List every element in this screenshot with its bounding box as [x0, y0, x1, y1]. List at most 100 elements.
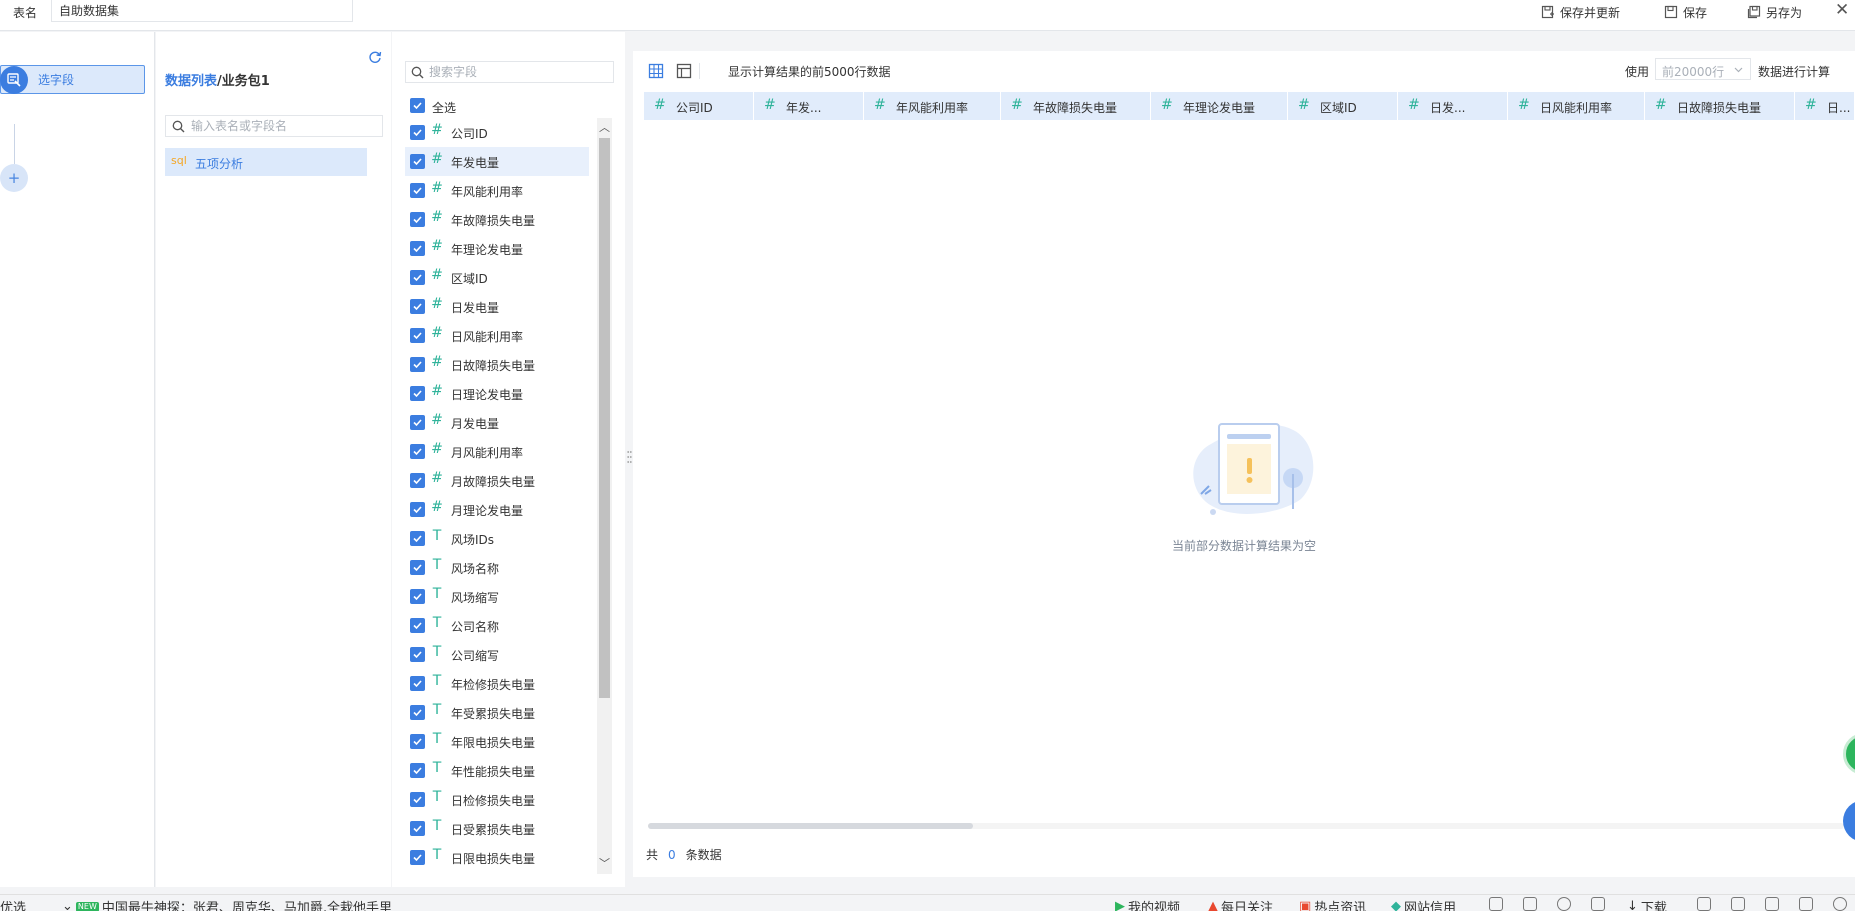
- field-row[interactable]: T 公司缩写: [405, 640, 589, 669]
- speed-icon[interactable]: [1557, 897, 1571, 911]
- search-icon[interactable]: [1833, 897, 1847, 911]
- field-checkbox[interactable]: [410, 357, 425, 372]
- field-row[interactable]: # 年发电量: [405, 147, 589, 176]
- field-checkbox[interactable]: [410, 502, 425, 517]
- table-search-input[interactable]: [191, 118, 376, 134]
- volume-icon[interactable]: [1799, 897, 1813, 911]
- field-row[interactable]: # 公司ID: [405, 118, 589, 147]
- field-checkbox[interactable]: [410, 705, 425, 720]
- field-checkbox[interactable]: [410, 647, 425, 662]
- field-row[interactable]: # 月发电量: [405, 408, 589, 437]
- data-list-link[interactable]: 数据列表: [165, 74, 217, 89]
- field-checkbox[interactable]: [410, 734, 425, 749]
- save-as-button[interactable]: 另存为: [1747, 2, 1802, 22]
- rocket-icon[interactable]: [1591, 897, 1605, 911]
- column-header[interactable]: # 公司ID: [644, 92, 754, 120]
- reader-icon[interactable]: [1731, 897, 1745, 911]
- field-row[interactable]: # 日故障损失电量: [405, 350, 589, 379]
- scrollbar-thumb[interactable]: [599, 138, 610, 698]
- close-icon[interactable]: ✕: [1835, 0, 1849, 20]
- daily-focus-link[interactable]: ▲ 每日关注: [1208, 897, 1273, 911]
- column-header[interactable]: # 日故障损失电量: [1645, 92, 1795, 120]
- field-row[interactable]: T 日检修损失电量: [405, 785, 589, 814]
- scroll-up-icon[interactable]: ︿: [599, 122, 610, 134]
- field-row[interactable]: T 年性能损失电量: [405, 756, 589, 785]
- field-row[interactable]: T 风场IDs: [405, 524, 589, 553]
- field-checkbox[interactable]: [410, 560, 425, 575]
- save-button[interactable]: 保存: [1664, 2, 1707, 22]
- field-row[interactable]: # 月故障损失电量: [405, 466, 589, 495]
- field-row[interactable]: T 公司名称: [405, 611, 589, 640]
- scroll-down-icon[interactable]: ﹀: [599, 858, 610, 870]
- field-row[interactable]: T 年检修损失电量: [405, 669, 589, 698]
- refresh-icon[interactable]: [368, 50, 382, 64]
- field-checkbox[interactable]: [410, 850, 425, 865]
- field-checkbox[interactable]: [410, 676, 425, 691]
- field-checkbox[interactable]: [410, 154, 425, 169]
- field-row[interactable]: T 年限电损失电量: [405, 727, 589, 756]
- field-checkbox[interactable]: [410, 212, 425, 227]
- select-all-checkbox[interactable]: [410, 98, 425, 113]
- add-step-button[interactable]: +: [0, 164, 28, 192]
- column-header[interactable]: # 区域ID: [1288, 92, 1398, 120]
- field-row[interactable]: T 风场名称: [405, 553, 589, 582]
- game-icon[interactable]: [1697, 897, 1711, 911]
- column-header[interactable]: # 年理论发电量: [1151, 92, 1288, 120]
- layout-view-icon[interactable]: [676, 63, 692, 79]
- field-checkbox[interactable]: [410, 792, 425, 807]
- field-checkbox[interactable]: [410, 763, 425, 778]
- window-icon[interactable]: [1765, 897, 1779, 911]
- select-all-row[interactable]: 全选: [410, 96, 610, 116]
- field-checkbox[interactable]: [410, 270, 425, 285]
- field-row[interactable]: # 月风能利用率: [405, 437, 589, 466]
- field-row[interactable]: # 月理论发电量: [405, 495, 589, 524]
- field-checkbox[interactable]: [410, 821, 425, 836]
- site-trust-link[interactable]: ◆ 网站信用: [1391, 897, 1456, 911]
- field-checkbox[interactable]: [410, 183, 425, 198]
- field-row[interactable]: # 日理论发电量: [405, 379, 589, 408]
- my-video-link[interactable]: ▶ 我的视频: [1115, 897, 1180, 911]
- resize-handle-icon[interactable]: [627, 450, 632, 464]
- hot-news-link[interactable]: ▣ 热点资讯: [1299, 897, 1366, 911]
- save-and-update-button[interactable]: 保存并更新: [1541, 2, 1620, 22]
- column-header[interactable]: # 年故障损失电量: [1001, 92, 1151, 120]
- horizontal-scrollbar-thumb[interactable]: [648, 823, 973, 829]
- horizontal-scrollbar[interactable]: [648, 823, 1844, 829]
- table-name-input[interactable]: [51, 0, 353, 22]
- field-row[interactable]: T 风场缩写: [405, 582, 589, 611]
- field-checkbox[interactable]: [410, 415, 425, 430]
- field-checkbox[interactable]: [410, 386, 425, 401]
- field-search-input[interactable]: [429, 64, 609, 80]
- field-row[interactable]: # 区域ID: [405, 263, 589, 292]
- row-limit-select[interactable]: 前20000行: [1655, 58, 1751, 80]
- table-item[interactable]: sql 五项分析: [165, 148, 367, 176]
- field-checkbox[interactable]: [410, 125, 425, 140]
- image-icon[interactable]: [1523, 897, 1537, 911]
- field-checkbox[interactable]: [410, 328, 425, 343]
- column-header[interactable]: # 日风能利用率: [1508, 92, 1645, 120]
- grid-view-icon[interactable]: [648, 63, 664, 79]
- field-checkbox[interactable]: [410, 241, 425, 256]
- field-checkbox[interactable]: [410, 444, 425, 459]
- field-row[interactable]: # 日发电量: [405, 292, 589, 321]
- column-header[interactable]: # 日...: [1795, 92, 1855, 120]
- download-link[interactable]: ↓ 下载: [1627, 897, 1667, 911]
- column-header[interactable]: # 年风能利用率: [864, 92, 1001, 120]
- shield-icon[interactable]: [1489, 897, 1503, 911]
- field-checkbox[interactable]: [410, 618, 425, 633]
- column-header[interactable]: # 日发...: [1398, 92, 1508, 120]
- field-checkbox[interactable]: [410, 531, 425, 546]
- field-row[interactable]: # 年理论发电量: [405, 234, 589, 263]
- field-checkbox[interactable]: [410, 473, 425, 488]
- field-checkbox[interactable]: [410, 589, 425, 604]
- field-checkbox[interactable]: [410, 299, 425, 314]
- field-row[interactable]: T 日受累损失电量: [405, 814, 589, 843]
- news-ticker[interactable]: ⌄ NEW 中国最牛神探：张君、周克华、马加爵,全栽他手里: [62, 897, 392, 911]
- field-list-scrollbar[interactable]: ︿ ﹀: [597, 118, 612, 874]
- field-row[interactable]: # 年风能利用率: [405, 176, 589, 205]
- field-row[interactable]: # 日风能利用率: [405, 321, 589, 350]
- column-header[interactable]: # 年发...: [754, 92, 864, 120]
- field-row[interactable]: # 年故障损失电量: [405, 205, 589, 234]
- field-row[interactable]: T 日限电损失电量: [405, 843, 589, 872]
- field-row[interactable]: T 年受累损失电量: [405, 698, 589, 727]
